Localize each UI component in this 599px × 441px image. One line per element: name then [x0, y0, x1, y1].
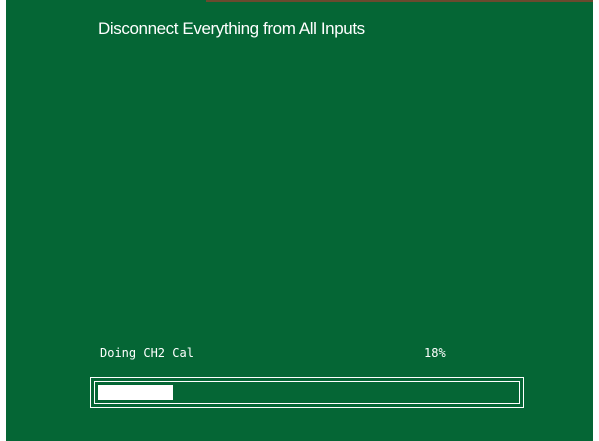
- status-label: Doing CH2 Cal: [100, 346, 194, 360]
- progress-bar: [90, 377, 524, 408]
- progress-fill: [98, 385, 173, 400]
- instruction-message: Disconnect Everything from All Inputs: [98, 19, 365, 38]
- progress-percent: 18%: [424, 346, 446, 360]
- top-border-strip: [206, 0, 593, 2]
- progress-track: [94, 381, 520, 404]
- calibration-screen: Disconnect Everything from All Inputs Do…: [6, 0, 593, 441]
